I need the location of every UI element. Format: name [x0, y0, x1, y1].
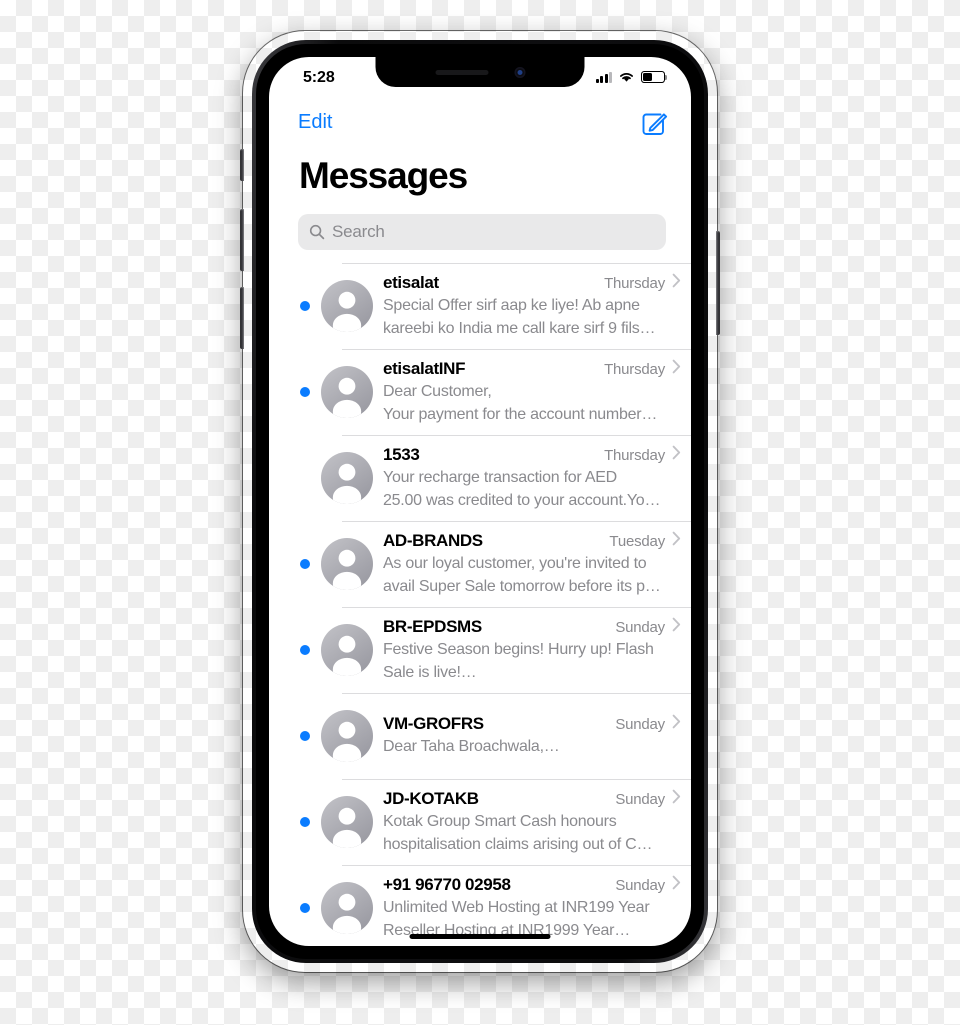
conversation-row-3[interactable]: 1533 Thursday Your recharge transaction … — [269, 435, 691, 521]
conversation-sender-name: etisalat — [383, 272, 439, 292]
conversation-sender-name: JD-KOTAKB — [383, 788, 479, 808]
conversation-row-1[interactable]: etisalat Thursday Special Offer sirf aap… — [269, 263, 691, 349]
phone-device-frame: 5:28 Edit Messages Search etisalat Thurs… — [240, 31, 720, 972]
avatar — [321, 538, 373, 590]
search-input[interactable]: Search — [298, 214, 666, 250]
home-indicator[interactable] — [409, 934, 551, 939]
chevron-right-icon — [672, 875, 681, 889]
volume-up-button[interactable] — [240, 209, 244, 271]
unread-dot — [300, 903, 310, 913]
chevron-right-icon — [672, 617, 681, 631]
conversation-body: AD-BRANDS Tuesday As our loyal customer,… — [383, 522, 681, 607]
conversation-preview-text: Festive Season begins! Hurry up! Flash S… — [383, 640, 654, 681]
conversation-preview-text: Your recharge transaction for AED 25.00 … — [383, 468, 661, 509]
conversation-header-line: VM-GROFRS Sunday — [383, 714, 681, 734]
avatar — [321, 796, 373, 848]
conversation-header-line: +91 96770 02958 Sunday — [383, 875, 681, 895]
conversation-list: etisalat Thursday Special Offer sirf aap… — [269, 263, 691, 946]
conversation-preview-text: Kotak Group Smart Cash honours hospitali… — [383, 812, 653, 853]
unread-dot — [300, 559, 310, 569]
search-placeholder: Search — [332, 222, 385, 241]
row-separator — [342, 865, 691, 866]
conversation-header-line: 1533 Thursday — [383, 445, 681, 465]
conversation-preview-text: As our loyal customer, you're invited to… — [383, 554, 661, 595]
status-bar-indicators — [595, 71, 668, 83]
unread-dot — [300, 645, 310, 655]
phone-screen: 5:28 Edit Messages Search etisalat Thurs… — [269, 57, 691, 946]
avatar — [321, 280, 373, 332]
conversation-timestamp: Tuesday — [609, 532, 665, 550]
conversation-header-line: JD-KOTAKB Sunday — [383, 789, 681, 809]
conversation-timestamp: Thursday — [604, 360, 665, 378]
conversation-sender-name: 1533 — [383, 444, 420, 464]
search-icon — [309, 224, 325, 240]
conversation-header-line: BR-EPDSMS Sunday — [383, 617, 681, 637]
conversation-row-2[interactable]: etisalatINF Thursday Dear Customer, Your… — [269, 349, 691, 435]
conversation-preview-text: Dear Customer, Your payment for the acco… — [383, 382, 658, 423]
conversation-sender-name: BR-EPDSMS — [383, 616, 482, 636]
avatar — [321, 624, 373, 676]
conversation-body: etisalatINF Thursday Dear Customer, Your… — [383, 350, 681, 435]
front-camera-icon — [514, 66, 525, 78]
conversation-sender-name: etisalatINF — [383, 358, 466, 378]
power-button[interactable] — [716, 231, 720, 335]
conversation-row-7[interactable]: JD-KOTAKB Sunday Kotak Group Smart Cash … — [269, 779, 691, 865]
conversation-sender-name: +91 96770 02958 — [383, 874, 511, 894]
conversation-preview-text: Special Offer sirf aap ke liye! Ab apne … — [383, 296, 656, 337]
conversation-header-line: etisalatINF Thursday — [383, 359, 681, 379]
conversation-timestamp: Sunday — [615, 876, 665, 894]
battery-icon — [641, 71, 668, 83]
conversation-timestamp: Sunday — [615, 790, 665, 808]
edit-button[interactable]: Edit — [298, 111, 332, 134]
wifi-icon — [620, 72, 633, 82]
conversation-header-line: AD-BRANDS Tuesday — [383, 531, 681, 551]
conversation-body: etisalat Thursday Special Offer sirf aap… — [383, 264, 681, 349]
row-separator — [342, 779, 691, 780]
volume-down-button[interactable] — [240, 287, 244, 349]
conversation-timestamp: Thursday — [604, 446, 665, 464]
row-separator — [342, 607, 691, 608]
conversation-body: BR-EPDSMS Sunday Festive Season begins! … — [383, 608, 681, 693]
unread-dot — [300, 387, 310, 397]
unread-dot — [300, 817, 310, 827]
conversation-sender-name: VM-GROFRS — [383, 714, 484, 733]
cellular-signal-icon — [595, 71, 612, 83]
chevron-right-icon — [672, 445, 681, 459]
chevron-right-icon — [672, 273, 681, 287]
avatar — [321, 882, 373, 934]
row-separator — [342, 693, 691, 694]
avatar — [321, 452, 373, 504]
chevron-right-icon — [672, 789, 681, 803]
navigation-bar: Edit — [269, 101, 691, 151]
conversation-preview-text: Dear Taha Broachwala,… — [383, 738, 560, 755]
conversation-timestamp: Sunday — [615, 716, 665, 733]
compose-icon[interactable] — [639, 109, 669, 139]
chevron-right-icon — [672, 714, 681, 729]
row-separator — [342, 263, 691, 264]
conversation-sender-name: AD-BRANDS — [383, 530, 483, 550]
row-separator — [342, 521, 691, 522]
mute-switch-button[interactable] — [240, 149, 244, 181]
row-separator — [342, 349, 691, 350]
row-separator — [342, 435, 691, 436]
notch — [375, 57, 585, 87]
conversation-row-6[interactable]: VM-GROFRS Sunday Dear Taha Broachwala,… — [269, 693, 691, 779]
conversation-row-5[interactable]: BR-EPDSMS Sunday Festive Season begins! … — [269, 607, 691, 693]
conversation-body: JD-KOTAKB Sunday Kotak Group Smart Cash … — [383, 780, 681, 865]
status-bar-time: 5:28 — [303, 69, 335, 86]
page-title: Messages — [299, 155, 468, 196]
chevron-right-icon — [672, 359, 681, 373]
conversation-body: VM-GROFRS Sunday Dear Taha Broachwala,… — [383, 705, 681, 767]
earpiece-speaker — [435, 69, 488, 75]
unread-dot — [300, 731, 310, 741]
avatar — [321, 366, 373, 418]
avatar — [321, 710, 373, 762]
conversation-body: 1533 Thursday Your recharge transaction … — [383, 436, 681, 521]
conversation-timestamp: Thursday — [604, 274, 665, 292]
conversation-timestamp: Sunday — [615, 618, 665, 636]
conversation-row-4[interactable]: AD-BRANDS Tuesday As our loyal customer,… — [269, 521, 691, 607]
unread-dot — [300, 301, 310, 311]
conversation-header-line: etisalat Thursday — [383, 273, 681, 293]
chevron-right-icon — [672, 531, 681, 545]
